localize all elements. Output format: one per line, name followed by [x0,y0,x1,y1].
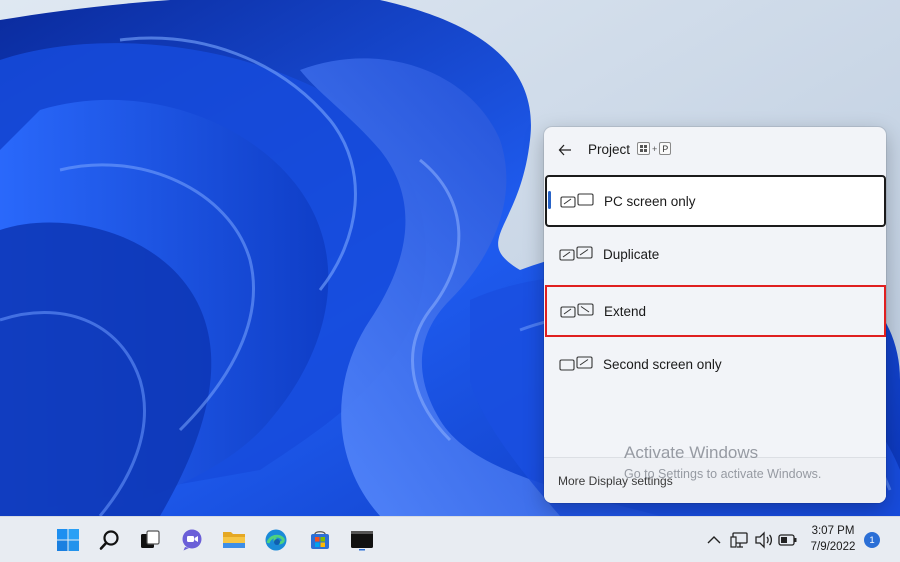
option-duplicate[interactable]: Duplicate [546,230,884,282]
volume-icon [755,531,773,549]
option-label: Duplicate [603,247,660,262]
clock[interactable]: 3:07 PM 7/9/2022 [800,523,866,555]
microsoft-store-icon [311,531,329,549]
arrow-left-icon [558,144,571,156]
clock-date: 7/9/2022 [810,541,856,553]
search-button[interactable] [96,526,124,554]
flyout-header: Project + P [544,127,886,173]
edge-button[interactable] [262,526,290,554]
chevron-up-icon [707,536,721,544]
terminal-icon [351,531,373,551]
file-explorer-button[interactable] [220,526,248,554]
back-button[interactable] [554,139,576,161]
p-key: P [659,142,672,155]
more-display-settings-link[interactable]: More Display settings [558,474,673,488]
selection-indicator [548,191,551,209]
task-view-icon [141,530,160,548]
taskbar: 3:07 PM 7/9/2022 1 [0,516,900,562]
task-view-button[interactable] [136,526,164,554]
keyboard-shortcut: + P [637,142,672,155]
start-button[interactable] [54,526,82,554]
second-screen-only-icon [559,356,593,371]
network-button[interactable] [730,530,750,550]
option-second-screen-only[interactable]: Second screen only [546,340,884,392]
extend-icon [560,303,594,318]
start-icon [57,529,79,551]
network-display-icon [730,532,748,548]
show-hidden-icons-button[interactable] [704,530,724,550]
project-flyout: Project + P PC screen only Duplicate Ext… [544,127,886,503]
chat-button[interactable] [178,526,206,554]
pc-screen-only-icon [560,193,594,208]
file-explorer-icon [223,532,245,548]
option-pc-screen-only[interactable]: PC screen only [545,175,886,227]
battery-button[interactable] [778,530,798,550]
notification-badge[interactable]: 1 [864,532,880,548]
flyout-title: Project [588,142,631,157]
option-label: Extend [604,304,647,319]
flyout-footer: More Display settings [544,457,886,503]
search-icon [99,530,119,550]
edge-icon [265,529,287,551]
option-label: PC screen only [604,194,696,209]
volume-button[interactable] [754,530,774,550]
battery-icon [778,534,797,546]
option-extend[interactable]: Extend [545,285,886,337]
duplicate-icon [559,246,593,261]
option-label: Second screen only [603,357,722,372]
clock-time: 3:07 PM [811,525,855,537]
teams-chat-icon [182,529,202,551]
windows-key-icon [637,142,650,155]
terminal-button[interactable] [348,526,376,554]
shortcut-plus: + [652,143,658,154]
microsoft-store-button[interactable] [306,526,334,554]
